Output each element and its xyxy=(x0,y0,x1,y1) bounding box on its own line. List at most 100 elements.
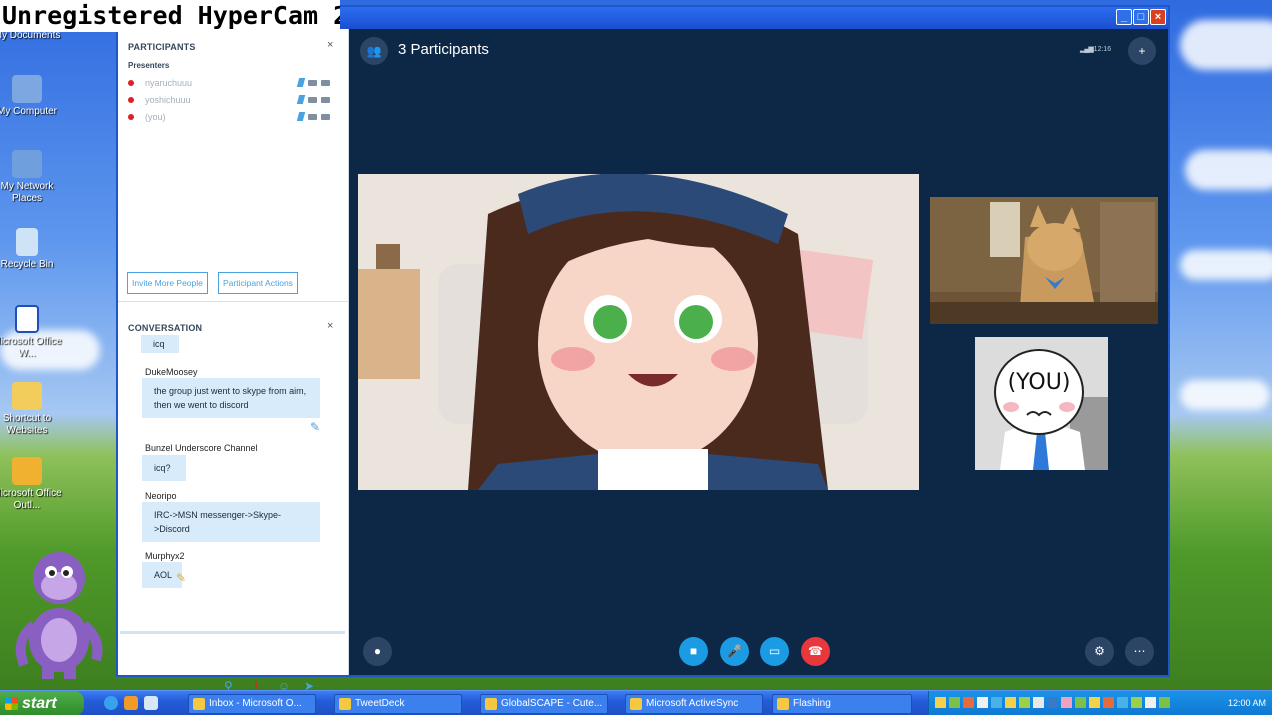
main-video-feed[interactable] xyxy=(358,174,919,490)
presenter-avatar-image xyxy=(358,174,919,490)
taskbar-button[interactable]: Inbox - Microsoft O... xyxy=(188,694,316,714)
desktop-icon-word[interactable]: Microsoft Office W... xyxy=(0,305,62,360)
tray-icon[interactable] xyxy=(1033,697,1044,708)
minimize-button[interactable]: _ xyxy=(1116,9,1132,25)
desktop-icon-recycle-bin[interactable]: Recycle Bin xyxy=(0,228,62,271)
add-person-icon[interactable]: + xyxy=(1128,37,1156,65)
call-settings-button[interactable]: ⚙ xyxy=(1085,637,1114,666)
maximize-button[interactable]: □ xyxy=(1133,9,1149,25)
invite-more-people-button[interactable]: Invite More People xyxy=(127,272,208,294)
desktop-icon-label: My Network Places xyxy=(0,181,54,204)
call-time: 12:16 xyxy=(1093,46,1112,53)
tray-icon[interactable] xyxy=(1061,697,1072,708)
message-author: Bunzel Underscore Channel xyxy=(139,441,264,455)
participant-video-thumbnail[interactable] xyxy=(930,197,1158,324)
desktop-icon-label: Recycle Bin xyxy=(0,259,54,270)
more-options-button[interactable]: ⋯ xyxy=(1125,637,1154,666)
tray-icon[interactable] xyxy=(1005,697,1016,708)
end-call-button[interactable]: ☎ xyxy=(801,637,830,666)
desktop-icon-my-computer[interactable]: My Computer xyxy=(0,75,62,118)
message-bubble: icq xyxy=(141,335,179,353)
system-tray: 12:00 AM xyxy=(928,691,1272,715)
quick-launch xyxy=(104,696,158,710)
video-toggle-button[interactable]: ■ xyxy=(679,637,708,666)
chat-toggle-button[interactable]: ● xyxy=(363,637,392,666)
participant-row[interactable]: yoshichuuu xyxy=(128,91,338,108)
desktop-icon[interactable] xyxy=(144,696,158,710)
compose-area[interactable] xyxy=(120,631,345,634)
tray-icon[interactable] xyxy=(963,697,974,708)
desktop-icon-label: Shortcut to Websites xyxy=(2,413,52,436)
tray-icon[interactable] xyxy=(1089,697,1100,708)
tray-icons xyxy=(935,697,1170,708)
tray-icon[interactable] xyxy=(935,697,946,708)
pen-icon: ✎ xyxy=(176,571,187,585)
tray-icon[interactable] xyxy=(1131,697,1142,708)
close-button[interactable]: × xyxy=(1150,9,1166,25)
tray-icon[interactable] xyxy=(991,697,1002,708)
call-title: 3 Participants xyxy=(398,41,489,58)
start-button[interactable]: start xyxy=(0,691,84,715)
tray-icon[interactable] xyxy=(949,697,960,708)
participants-icon[interactable]: 👥 xyxy=(360,37,388,65)
self-label: (YOU) xyxy=(1008,370,1071,395)
desktop-icon-websites[interactable]: Shortcut to Websites xyxy=(0,382,62,437)
presenters-label: Presenters xyxy=(128,61,170,70)
bonzi-buddy-character[interactable] xyxy=(4,540,104,680)
outlook-icon[interactable] xyxy=(124,696,138,710)
participant-name: nyaruchuuu xyxy=(145,77,193,88)
message-bubble: the group just went to skype from aim, t… xyxy=(142,378,320,418)
tray-icon[interactable] xyxy=(1145,697,1156,708)
desktop-icon-label: Microsoft Office Outl... xyxy=(0,488,62,511)
taskbar: start Inbox - Microsoft O... TweetDeck G… xyxy=(0,690,1272,715)
camera-icon xyxy=(308,113,317,120)
participant-actions-button[interactable]: Participant Actions xyxy=(218,272,298,294)
ie-icon[interactable] xyxy=(104,696,118,710)
tray-icon[interactable] xyxy=(1047,697,1058,708)
message-bubble: IRC->MSN messenger->Skype->Discord xyxy=(142,502,320,542)
message-author: Neoripo xyxy=(139,489,183,503)
shiba-avatar-image xyxy=(930,197,1158,324)
clock[interactable]: 12:00 AM xyxy=(1228,691,1266,715)
close-conversation-icon[interactable]: × xyxy=(327,320,333,332)
microphone-button[interactable]: 🎤 xyxy=(720,637,749,666)
side-panel: PARTICIPANTS × Presenters nyaruchuuu yos… xyxy=(118,29,349,693)
pen-icon: ✎ xyxy=(310,420,321,434)
chat-icon: ● xyxy=(373,644,382,658)
windows-logo-icon xyxy=(5,697,18,710)
status-dot-icon xyxy=(128,96,134,103)
tray-icon[interactable] xyxy=(1117,697,1128,708)
message-bubble: icq? xyxy=(142,455,186,481)
participant-name: yoshichuuu xyxy=(145,94,191,105)
taskbar-button[interactable]: TweetDeck xyxy=(334,694,462,714)
mic-icon xyxy=(296,95,306,104)
tray-icon[interactable] xyxy=(977,697,988,708)
chat-icon xyxy=(321,79,330,86)
message-author: Murphyx2 xyxy=(139,549,191,563)
window-controls: _ □ × xyxy=(1116,9,1166,25)
tray-icon[interactable] xyxy=(1103,697,1114,708)
desktop-icon-network[interactable]: My Network Places xyxy=(0,150,62,205)
taskbar-button[interactable]: Flashing xyxy=(772,694,912,714)
tray-icon[interactable] xyxy=(1019,697,1030,708)
taskbar-button[interactable]: GlobalSCAPE - Cute... xyxy=(480,694,608,714)
more-icon: ⋯ xyxy=(1133,644,1146,658)
taskbar-button[interactable]: Microsoft ActiveSync xyxy=(625,694,763,714)
participant-row[interactable]: (you) xyxy=(128,108,338,125)
screen-share-button[interactable]: ▭ xyxy=(760,637,789,666)
participants-heading: PARTICIPANTS xyxy=(128,42,196,52)
word-icon xyxy=(15,305,39,333)
recycle-bin-icon xyxy=(16,228,38,256)
self-video-thumbnail[interactable]: (YOU) xyxy=(975,337,1108,470)
tray-icon[interactable] xyxy=(1075,697,1086,708)
conversation-heading: CONVERSATION xyxy=(128,323,203,333)
divider xyxy=(118,301,349,302)
call-status: ▂▄▆ 12:16 xyxy=(1080,45,1111,53)
microphone-icon: 🎤 xyxy=(727,644,742,658)
close-participants-icon[interactable]: × xyxy=(327,39,333,51)
participant-row[interactable]: nyaruchuuu xyxy=(128,74,338,91)
hang-up-icon: ☎ xyxy=(808,644,823,658)
desktop-icon-outlook[interactable]: Microsoft Office Outl... xyxy=(0,457,62,512)
outlook-icon xyxy=(12,457,42,485)
tray-icon[interactable] xyxy=(1159,697,1170,708)
